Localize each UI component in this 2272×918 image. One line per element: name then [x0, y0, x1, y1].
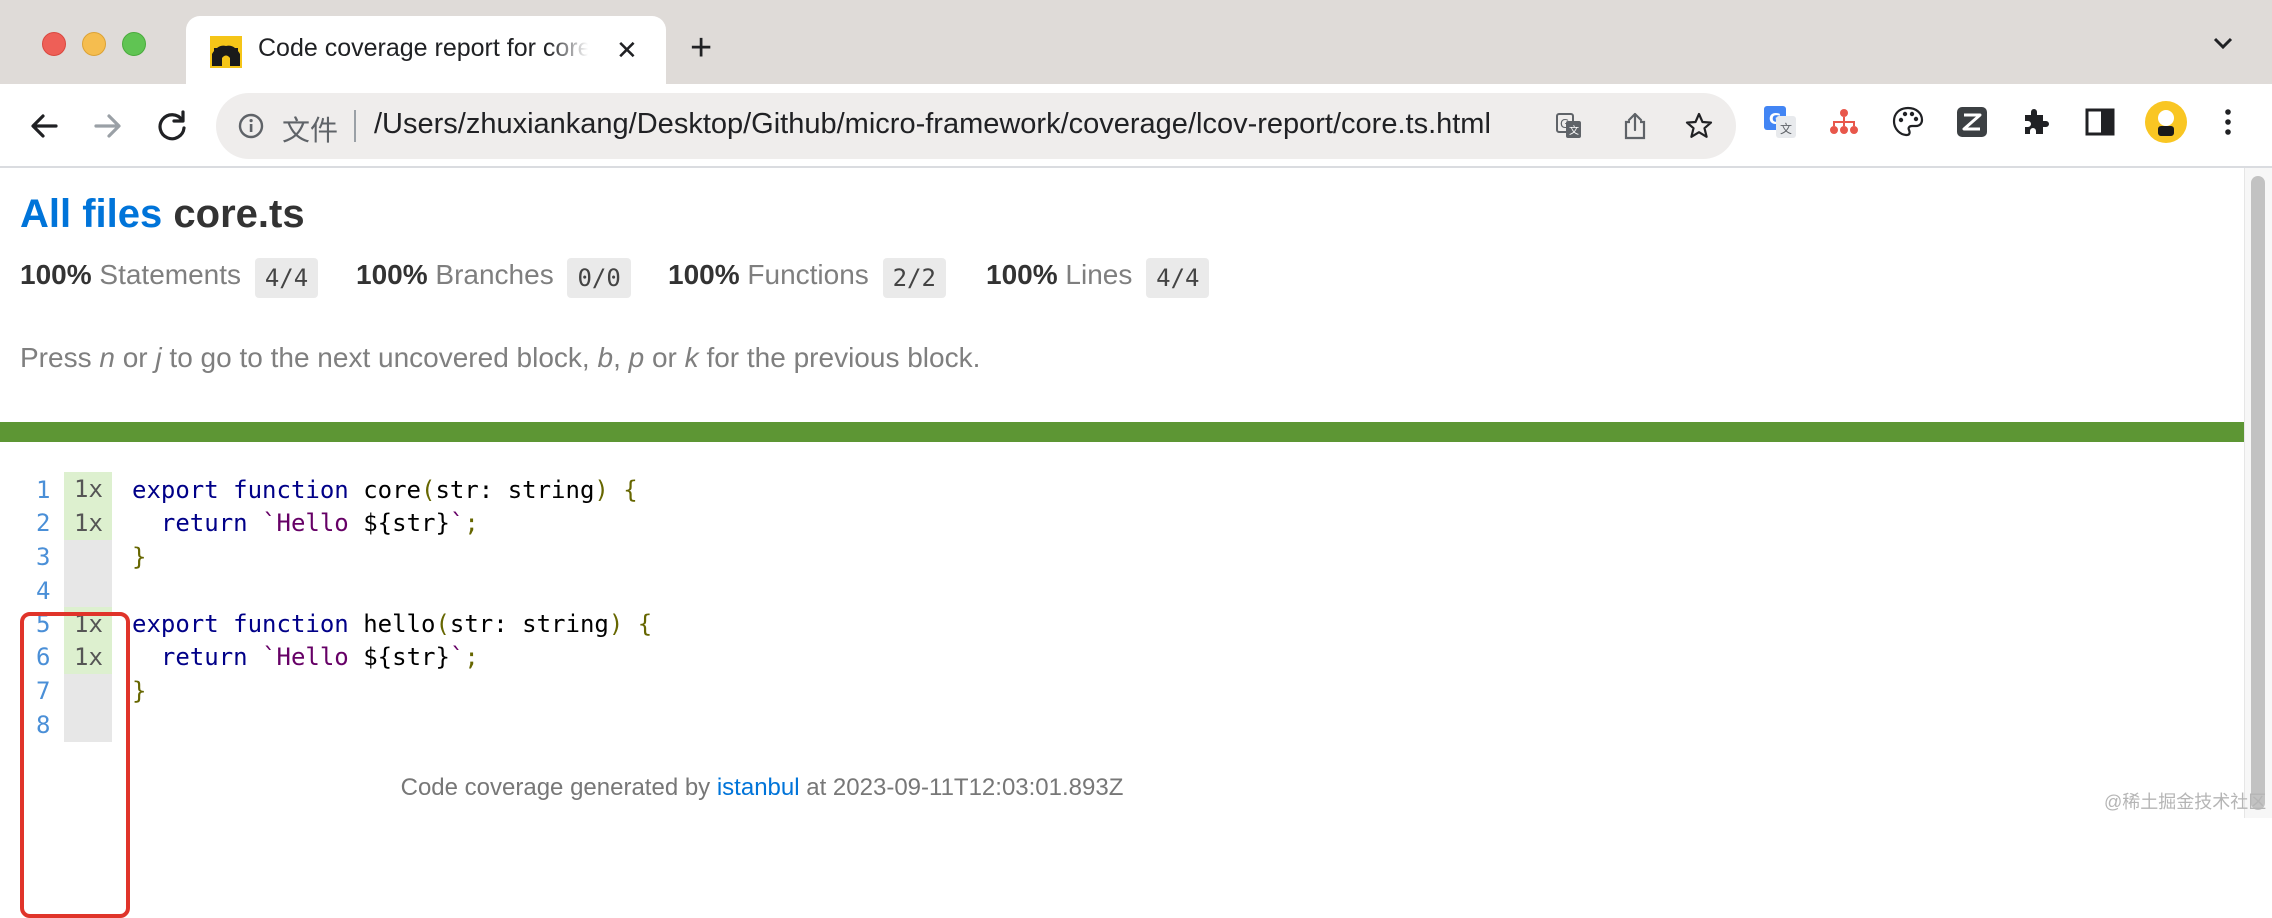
tab-strip: Code coverage report for core.ts ✕ + [0, 0, 2272, 84]
profile-avatar-icon[interactable] [2144, 100, 2188, 144]
stat-percent: 100% [356, 259, 428, 290]
zoom-window-button[interactable] [122, 32, 146, 56]
palette-extension-icon[interactable] [1890, 104, 1926, 140]
new-tab-button[interactable]: + [690, 28, 712, 68]
functions-stat: 100% Functions 2/2 [668, 256, 946, 298]
branches-stat: 100% Branches 0/0 [356, 256, 631, 298]
stat-percent: 100% [668, 259, 740, 290]
all-files-link[interactable]: All files [20, 192, 162, 236]
scrollbar-thumb[interactable] [2251, 176, 2265, 810]
stat-fraction: 2/2 [882, 258, 946, 298]
minimize-window-button[interactable] [82, 32, 106, 56]
scheme-label: 文件 [282, 115, 339, 146]
code-line: export function hello(str: string) { [132, 610, 653, 638]
url-text[interactable]: /Users/zhuxiankang/Desktop/Github/micro-… [374, 108, 1491, 141]
divider [354, 110, 356, 142]
address-bar[interactable]: 文件 /Users/zhuxiankang/Desktop/Github/mic… [216, 93, 1736, 159]
vertical-scrollbar[interactable] [2244, 168, 2272, 818]
current-file-name: core.ts [173, 192, 305, 236]
breadcrumb: All files core.ts [20, 192, 305, 237]
istanbul-favicon-icon [210, 36, 242, 68]
code-line: return `Hello ${str}`; [160, 509, 479, 537]
stat-fraction: 0/0 [567, 258, 631, 298]
stat-label: Lines [1065, 259, 1133, 290]
code-line: export function core(str: string) { [132, 476, 638, 504]
close-window-button[interactable] [42, 32, 66, 56]
stat-percent: 100% [986, 259, 1058, 290]
watermark: @稀土掘金技术社区 [2104, 792, 2267, 812]
more-menu-icon[interactable] [2210, 104, 2246, 140]
info-icon[interactable] [238, 113, 264, 139]
stat-label: Branches [435, 259, 554, 290]
stat-fraction: 4/4 [1146, 258, 1210, 298]
coverage-status-bar [0, 422, 2244, 442]
hit-count [64, 574, 112, 608]
keyboard-hint: Press n or j to go to the next uncovered… [20, 342, 981, 373]
forward-icon[interactable] [88, 106, 128, 146]
translate-icon[interactable]: G 文 [1554, 111, 1584, 141]
istanbul-link[interactable]: istanbul [717, 774, 800, 801]
annotation-highlight-box [20, 612, 130, 918]
statements-stat: 100% Statements 4/4 [20, 256, 319, 298]
z-extension-icon[interactable] [1954, 104, 1990, 140]
tab-title: Code coverage report for core.ts [258, 34, 588, 62]
active-tab[interactable]: Code coverage report for core.ts ✕ [186, 16, 666, 84]
line-number[interactable]: 4 [36, 577, 62, 605]
code-line: return `Hello ${str}`; [160, 643, 479, 671]
hit-count: 1x [64, 472, 112, 506]
coverage-report-page: All files core.ts 100% Statements 4/4 10… [0, 168, 2244, 918]
hit-count [64, 540, 112, 574]
code-line: } [132, 677, 147, 705]
share-icon[interactable] [1620, 111, 1650, 141]
extensions-puzzle-icon[interactable] [2018, 104, 2054, 140]
stat-label: Functions [747, 259, 869, 290]
stat-label: Statements [99, 259, 242, 290]
bookmark-star-icon[interactable] [1684, 111, 1714, 141]
line-number[interactable]: 1 [36, 476, 62, 504]
stat-percent: 100% [20, 259, 92, 290]
svg-text:文: 文 [1569, 124, 1579, 137]
line-number[interactable]: 2 [36, 509, 62, 537]
side-panel-icon[interactable] [2082, 104, 2118, 140]
stat-fraction: 4/4 [254, 258, 319, 298]
browser-toolbar: 文件 /Users/zhuxiankang/Desktop/Github/mic… [0, 84, 2272, 168]
google-translate-extension-icon[interactable]: G 文 [1762, 104, 1798, 140]
hit-count: 1x [64, 506, 112, 540]
reload-icon[interactable] [152, 106, 192, 146]
report-footer: Code coverage generated by istanbul at 2… [400, 774, 1124, 801]
lines-stat: 100% Lines 4/4 [986, 256, 1210, 298]
line-number[interactable]: 3 [36, 543, 62, 571]
tab-search-chevron-icon[interactable] [2210, 30, 2236, 56]
svg-text:文: 文 [1780, 121, 1792, 136]
tab-close-icon[interactable]: ✕ [616, 34, 638, 66]
sitemap-extension-icon[interactable] [1826, 104, 1862, 140]
back-icon[interactable] [24, 106, 64, 146]
code-line: } [132, 543, 147, 571]
